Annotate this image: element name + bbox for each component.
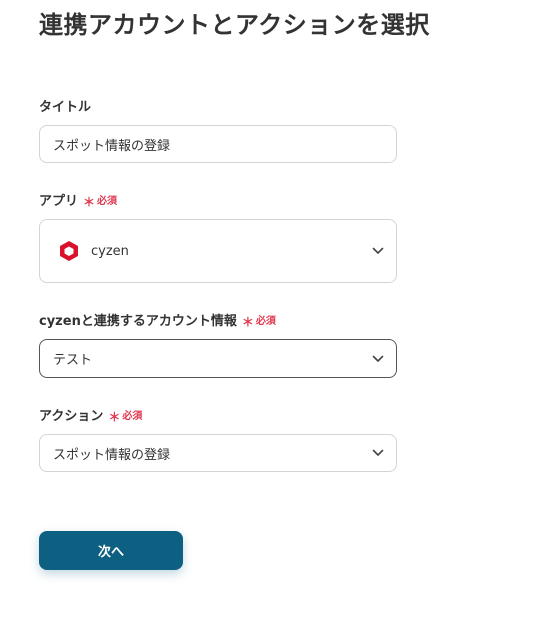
required-text: 必須 — [122, 411, 143, 422]
account-label-text: cyzenと連携するアカウント情報 — [39, 314, 237, 329]
required-badge: ＊ 必須 — [242, 313, 276, 331]
chevron-down-icon — [372, 355, 384, 362]
next-button[interactable]: 次へ — [39, 531, 183, 570]
required-text: 必須 — [97, 196, 118, 207]
account-field-label: cyzenと連携するアカウント情報 ＊ 必須 — [39, 313, 276, 331]
action-label-text: アクション — [39, 409, 104, 424]
title-input[interactable]: スポット情報の登録 — [39, 125, 397, 163]
action-select[interactable]: スポット情報の登録 — [39, 434, 397, 472]
required-asterisk: ＊ — [241, 315, 254, 329]
account-select[interactable]: テスト — [39, 339, 397, 378]
account-select-value: テスト — [53, 353, 93, 368]
required-asterisk: ＊ — [108, 410, 121, 424]
app-label-text: アプリ — [39, 194, 79, 209]
app-select[interactable]: cyzen — [39, 219, 397, 283]
action-field-label: アクション ＊ 必須 — [39, 408, 142, 426]
page-title: 連携アカウントとアクションを選択 — [39, 11, 430, 39]
action-select-value: スポット情報の登録 — [53, 447, 171, 463]
chevron-down-icon — [372, 449, 384, 456]
app-select-value: cyzen — [91, 243, 129, 259]
required-text: 必須 — [255, 316, 276, 327]
title-label-text: タイトル — [39, 100, 92, 115]
title-input-value: スポット情報の登録 — [53, 138, 171, 154]
title-field-label: タイトル — [39, 99, 91, 117]
required-badge: ＊ 必須 — [108, 408, 142, 426]
app-field-label: アプリ ＊ 必須 — [39, 193, 117, 211]
required-asterisk: ＊ — [83, 195, 96, 209]
required-badge: ＊ 必須 — [83, 193, 117, 211]
cyzen-logo-icon — [60, 241, 78, 261]
chevron-down-icon — [372, 247, 384, 254]
